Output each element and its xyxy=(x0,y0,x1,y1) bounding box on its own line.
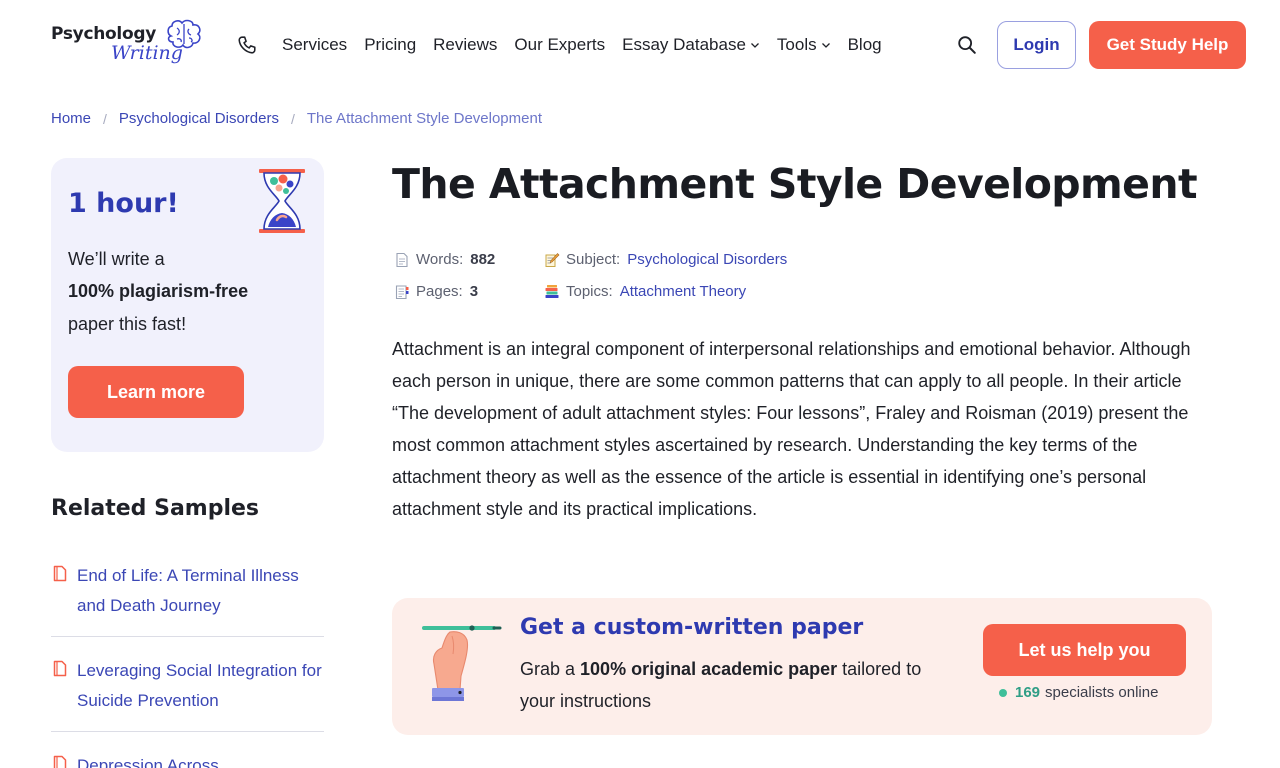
meta-topics: Topics: Attachment Theory xyxy=(544,283,746,300)
related-samples-title: Related Samples xyxy=(51,496,260,521)
related-sample-link[interactable]: Leveraging Social Integration for Suicid… xyxy=(77,656,327,716)
meta-words-value: 882 xyxy=(470,251,496,268)
nav-item-reviews[interactable]: Reviews xyxy=(433,35,497,55)
let-us-help-you-button[interactable]: Let us help you xyxy=(983,624,1186,676)
login-button[interactable]: Login xyxy=(997,21,1076,69)
books-icon xyxy=(545,284,559,298)
custom-paper-banner: Get a custom-written paper Grab a 100% o… xyxy=(392,598,1212,735)
page-icon xyxy=(396,252,408,267)
nav-label: Tools xyxy=(776,35,817,54)
nav-item-pricing[interactable]: Pricing xyxy=(364,35,416,55)
document-icon xyxy=(53,565,67,582)
meta-pages-label: Pages: xyxy=(416,283,463,300)
related-sample-item[interactable]: Leveraging Social Integration for Suicid… xyxy=(51,656,324,732)
meta-subject-label: Subject: xyxy=(566,251,621,268)
nav-label: Blog xyxy=(847,35,882,54)
hourglass-icon xyxy=(259,169,305,233)
chevron-down-icon xyxy=(750,43,759,48)
specialists-online-label: specialists online xyxy=(1045,684,1159,701)
cta-desc-bold: 100% original academic paper xyxy=(580,659,838,679)
meta-words: Words: 882 xyxy=(394,251,495,268)
specialists-online: 169 specialists online xyxy=(999,684,1158,701)
nav-item-our-experts[interactable]: Our Experts xyxy=(514,35,605,55)
article-body: Attachment is an integral component of i… xyxy=(392,339,1191,519)
cta-description: Grab a 100% original academic paper tail… xyxy=(520,653,960,717)
learn-more-button[interactable]: Learn more xyxy=(68,366,244,418)
breadcrumb-category-link[interactable]: Psychological Disorders xyxy=(119,110,279,127)
chevron-down-icon xyxy=(821,43,830,48)
promo-title: 1 hour! xyxy=(68,188,179,219)
memo-icon xyxy=(545,252,560,267)
related-sample-link[interactable]: Depression Across xyxy=(77,751,327,768)
meta-pages: Pages: 3 xyxy=(394,283,478,300)
meta-words-label: Words: xyxy=(416,251,464,268)
nav-label: Our Experts xyxy=(514,35,606,54)
breadcrumb: Home / Psychological Disorders / The Att… xyxy=(51,110,542,127)
search-icon[interactable] xyxy=(956,34,978,56)
site-logo[interactable]: Psychology Writing xyxy=(51,18,211,70)
document-icon xyxy=(53,755,67,768)
nav-item-services[interactable]: Services xyxy=(282,35,347,55)
nav-item-tools[interactable]: Tools xyxy=(777,35,831,55)
promo-line: paper this fast! xyxy=(68,314,187,334)
breadcrumb-current: The Attachment Style Development xyxy=(306,110,542,127)
online-status-dot xyxy=(999,688,1007,697)
document-icon xyxy=(53,660,67,677)
brain-icon xyxy=(167,19,201,49)
cta-title: Get a custom-written paper xyxy=(520,615,864,640)
nav-label: Services xyxy=(282,35,348,54)
meta-topics-label: Topics: xyxy=(566,283,613,300)
meta-pages-value: 3 xyxy=(469,283,479,300)
site-header: Psychology Writing Services Pricing Revi… xyxy=(0,0,1280,92)
page-title: The Attachment Style Development xyxy=(392,160,1198,208)
promo-line-bold: 100% plagiarism-free xyxy=(68,281,249,301)
related-sample-item[interactable]: Depression Across xyxy=(51,751,324,768)
main-nav: Services Pricing Reviews Our Experts Ess… xyxy=(282,33,899,57)
cta-desc-prefix: Grab a xyxy=(520,659,581,679)
phone-icon[interactable] xyxy=(236,34,258,56)
nav-item-essay-database[interactable]: Essay Database xyxy=(622,35,760,55)
nav-label: Pricing xyxy=(364,35,417,54)
breadcrumb-home-link[interactable]: Home xyxy=(51,110,91,127)
promo-card: 1 hour! We’ll write a 100% plagiarism-fr… xyxy=(51,158,324,452)
meta-topics-link[interactable]: Attachment Theory xyxy=(620,283,746,300)
related-sample-link[interactable]: End of Life: A Terminal Illness and Deat… xyxy=(77,561,327,621)
specialists-online-count: 169 xyxy=(1015,684,1041,701)
logo-text-top: Psychology xyxy=(51,24,156,44)
nav-label: Reviews xyxy=(433,35,498,54)
get-study-help-button[interactable]: Get Study Help xyxy=(1089,21,1246,69)
breadcrumb-separator: / xyxy=(103,110,107,127)
meta-subject: Subject: Psychological Disorders xyxy=(544,251,787,268)
bookmark-tabs-icon xyxy=(395,284,409,299)
nav-label: Essay Database xyxy=(622,35,746,54)
meta-subject-link[interactable]: Psychological Disorders xyxy=(627,251,787,268)
promo-line: We’ll write a xyxy=(68,249,165,269)
breadcrumb-separator: / xyxy=(290,110,295,127)
related-sample-item[interactable]: End of Life: A Terminal Illness and Deat… xyxy=(51,561,324,637)
hand-with-pen-icon xyxy=(422,625,502,701)
nav-item-blog[interactable]: Blog xyxy=(848,35,882,55)
